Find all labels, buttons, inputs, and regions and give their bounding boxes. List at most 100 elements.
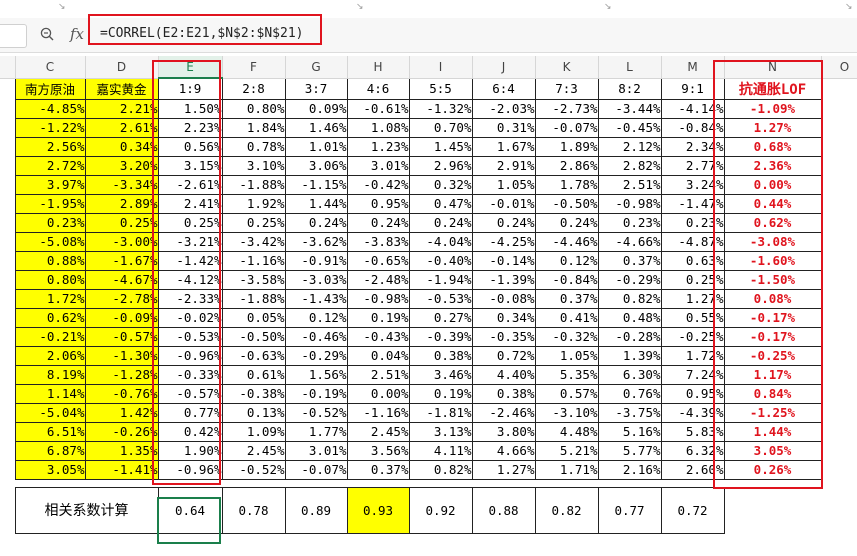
table-cell[interactable]: -1.47% [660,193,725,214]
table-cell[interactable]: -0.84% [660,117,725,138]
table-cell[interactable]: 1.35% [84,440,159,461]
row-gutter[interactable] [0,441,15,460]
table-cell[interactable]: -3.42% [221,231,286,252]
table-cell[interactable]: -0.35% [471,326,536,347]
header-cell[interactable]: 1:9 [157,77,223,100]
table-cell[interactable]: 0.19% [346,307,410,328]
table-cell[interactable]: -0.61% [346,98,410,119]
table-cell[interactable]: -1.43% [284,288,348,309]
name-box[interactable] [0,24,27,48]
table-cell[interactable]: 3.80% [471,421,536,442]
table-cell[interactable]: 2.77% [660,155,725,176]
table-cell[interactable]: -0.29% [284,345,348,366]
correlation-value[interactable]: 0.82 [534,486,599,534]
table-cell[interactable]: 0.42% [157,421,223,442]
table-cell[interactable]: 1.01% [284,136,348,157]
table-cell[interactable]: -0.32% [534,326,599,347]
table-cell[interactable]: 6.30% [597,364,662,385]
table-cell[interactable]: 0.00% [346,383,410,404]
table-cell[interactable]: 3.10% [221,155,286,176]
table-cell[interactable]: -0.96% [157,345,223,366]
table-cell[interactable]: 1.23% [346,136,410,157]
row-gutter[interactable] [0,460,15,479]
table-cell[interactable]: 1.14% [14,383,86,404]
table-cell[interactable]: 0.23% [597,212,662,233]
table-cell[interactable]: 2.23% [157,117,223,138]
row-gutter[interactable] [0,487,15,533]
table-cell[interactable]: -1.42% [157,250,223,271]
table-cell[interactable]: -0.02% [157,307,223,328]
table-cell[interactable]: 0.04% [346,345,410,366]
table-cell[interactable]: 3.15% [157,155,223,176]
empty-cell[interactable] [821,118,857,137]
table-cell[interactable]: -1.16% [221,250,286,271]
empty-cell[interactable] [821,194,857,213]
table-cell[interactable]: 0.08% [723,288,822,309]
table-cell[interactable]: 1.56% [284,364,348,385]
empty-cell[interactable] [821,99,857,118]
table-cell[interactable]: 0.80% [14,269,86,290]
table-cell[interactable]: 2.89% [84,193,159,214]
table-cell[interactable]: 0.57% [534,383,599,404]
row-gutter[interactable] [0,137,15,156]
table-cell[interactable]: 6.32% [660,440,725,461]
table-cell[interactable]: 2.45% [221,440,286,461]
column-header-l[interactable]: L [598,56,662,79]
table-cell[interactable]: 1.27% [471,459,536,480]
table-cell[interactable]: 2.61% [84,117,159,138]
table-cell[interactable]: 0.77% [157,402,223,423]
row-gutter[interactable] [0,232,15,251]
table-cell[interactable]: 6.87% [14,440,86,461]
table-cell[interactable]: -3.00% [84,231,159,252]
table-cell[interactable]: 0.25% [221,212,286,233]
table-cell[interactable]: -0.42% [346,174,410,195]
table-cell[interactable]: -1.16% [346,402,410,423]
table-cell[interactable]: 0.24% [346,212,410,233]
table-cell[interactable]: 0.12% [284,307,348,328]
table-cell[interactable]: -4.87% [660,231,725,252]
table-cell[interactable]: 0.63% [660,250,725,271]
table-cell[interactable]: -0.52% [221,459,286,480]
table-cell[interactable]: -0.43% [346,326,410,347]
header-cell[interactable]: 南方原油 [14,77,86,100]
column-header-e[interactable]: E [158,56,223,79]
table-cell[interactable]: -3.10% [534,402,599,423]
empty-cell[interactable] [821,441,857,460]
table-cell[interactable]: -0.29% [597,269,662,290]
correlation-value[interactable]: 0.72 [660,486,725,534]
table-cell[interactable]: 0.95% [346,193,410,214]
column-header-c[interactable]: C [15,56,86,79]
table-cell[interactable]: -0.39% [408,326,473,347]
table-cell[interactable]: 3.97% [14,174,86,195]
table-cell[interactable]: -4.46% [534,231,599,252]
table-cell[interactable]: 3.13% [408,421,473,442]
table-cell[interactable]: 1.09% [221,421,286,442]
row-gutter[interactable] [0,403,15,422]
table-cell[interactable]: 0.82% [597,288,662,309]
table-cell[interactable]: -5.04% [14,402,86,423]
header-cell[interactable]: 2:8 [221,77,286,100]
table-cell[interactable]: 0.55% [660,307,725,328]
table-cell[interactable]: 0.13% [221,402,286,423]
table-cell[interactable]: 1.27% [660,288,725,309]
correlation-value[interactable]: 0.89 [284,486,348,534]
table-cell[interactable]: 2.45% [346,421,410,442]
table-cell[interactable]: 0.23% [660,212,725,233]
table-cell[interactable]: -2.78% [84,288,159,309]
empty-cell[interactable] [821,327,857,346]
row-gutter[interactable] [0,308,15,327]
table-cell[interactable]: 1.72% [660,345,725,366]
table-cell[interactable]: -1.67% [84,250,159,271]
ribbon-expand-icon[interactable]: ↘ [845,2,853,12]
header-cell[interactable]: 9:1 [660,77,725,100]
table-cell[interactable]: -0.46% [284,326,348,347]
empty-cell[interactable] [821,384,857,403]
table-cell[interactable]: 3.05% [723,440,822,461]
table-cell[interactable]: 2.06% [14,345,86,366]
table-cell[interactable]: -3.34% [84,174,159,195]
table-cell[interactable]: -1.25% [723,402,822,423]
row-header-corner[interactable] [0,56,16,79]
row-gutter[interactable] [0,251,15,270]
table-cell[interactable]: 0.32% [408,174,473,195]
table-cell[interactable]: 0.62% [723,212,822,233]
